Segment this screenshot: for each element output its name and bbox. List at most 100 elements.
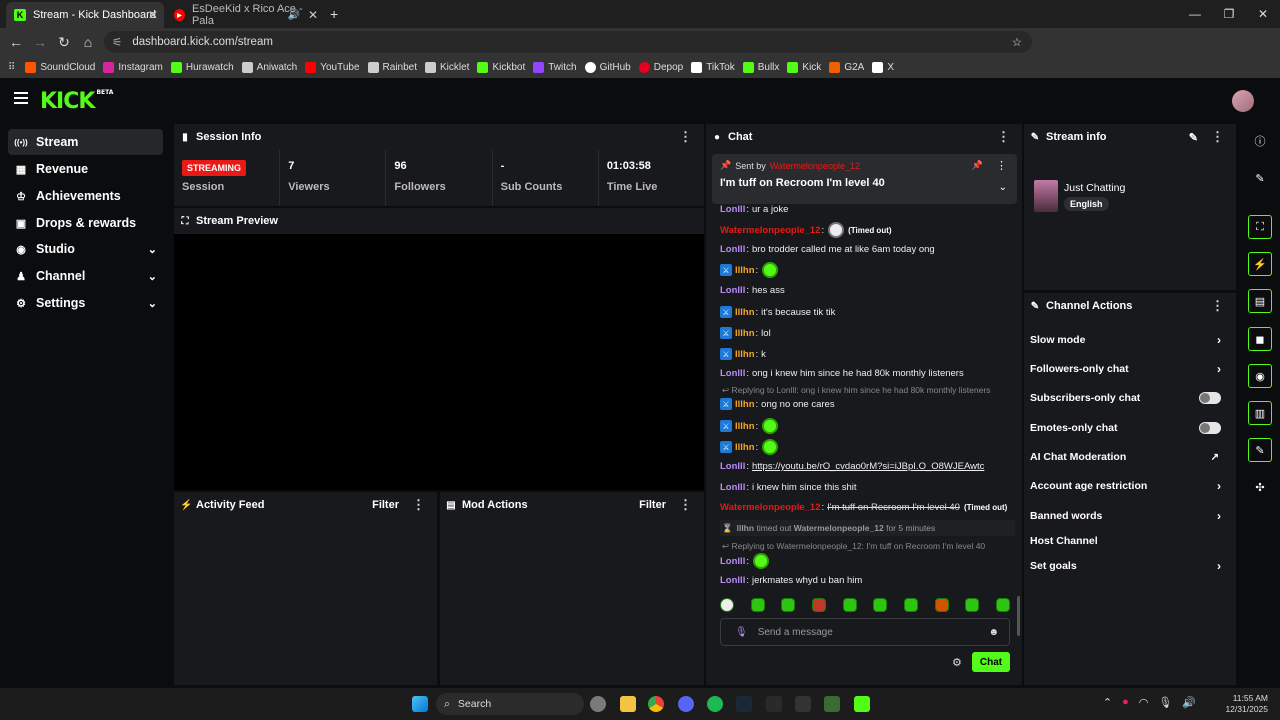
action-banned-words[interactable]: Banned words ›	[1030, 506, 1225, 526]
more-options-icon[interactable]: ⋮	[1211, 129, 1224, 145]
action-slow-mode[interactable]: Slow mode ›	[1030, 330, 1225, 350]
apps-grid-icon[interactable]: ⠿	[8, 62, 15, 73]
bookmark-aniwatch[interactable]: Aniwatch	[241, 61, 297, 73]
pinned-message[interactable]: 📌 Sent by Watermelonpeople_12 I'm tuff on …	[712, 154, 1017, 204]
maximize-icon[interactable]: ❐	[1212, 0, 1246, 28]
chat-message[interactable]: ⚔ lllhn:	[720, 439, 1015, 455]
emote-icon[interactable]	[934, 598, 949, 612]
new-tab-icon[interactable]: +	[330, 6, 338, 22]
sidebar-item-achievements[interactable]: ♔ Achievements	[8, 183, 163, 209]
action-followers-only[interactable]: Followers-only chat ›	[1030, 359, 1225, 379]
bookmark-github[interactable]: GitHub	[584, 61, 631, 73]
action-host-channel[interactable]: Host Channel	[1030, 531, 1225, 551]
chat-message[interactable]: ⚔ lllhn: k	[720, 348, 1015, 360]
sidebar-item-channel[interactable]: ♟ Channel ⌄	[8, 263, 163, 289]
info-icon[interactable]: ⓘ	[1248, 129, 1272, 153]
close-window-icon[interactable]: ✕	[1246, 0, 1280, 28]
sidebar-item-revenue[interactable]: ▦ Revenue	[8, 156, 163, 182]
chat-message[interactable]: Lonlll:	[720, 553, 1015, 569]
chevron-down-icon[interactable]: ⌄	[999, 182, 1007, 193]
bookmark-rainbet[interactable]: Rainbet	[367, 61, 417, 73]
emote-icon[interactable]	[720, 598, 734, 612]
sidebar-item-settings[interactable]: ⚙ Settings ⌄	[8, 290, 163, 316]
chat-message[interactable]: ⚔ lllhn: ong no one cares	[720, 398, 1015, 410]
bookmark-bullx[interactable]: Bullx	[742, 61, 779, 73]
forward-icon[interactable]: →	[28, 34, 52, 50]
action-subscribers-only[interactable]: Subscribers-only chat	[1030, 388, 1225, 408]
wifi-icon[interactable]: ◠	[1139, 696, 1149, 709]
taskbar-search[interactable]: ⌕ Search	[436, 693, 584, 715]
bolt-icon[interactable]: ⚡	[1248, 252, 1272, 276]
emote-icon[interactable]	[965, 598, 980, 612]
bookmark-star-icon[interactable]: ☆	[1012, 35, 1022, 49]
kick-app-icon[interactable]	[854, 696, 870, 712]
microphone-icon[interactable]: 🎙	[735, 627, 748, 638]
chat-message[interactable]: Lonlll: i knew him since this shit	[720, 482, 1015, 493]
bookmark-kick[interactable]: Kick	[787, 61, 821, 73]
chat-message[interactable]: Lonlll: jerkmates whyd u ban him	[720, 575, 1015, 586]
chat-message[interactable]: ⚔ lllhn: it's because tik tik	[720, 306, 1015, 318]
emote-icon[interactable]	[750, 598, 765, 612]
mod-filter-button[interactable]: Filter	[639, 499, 666, 511]
emote-icon[interactable]	[811, 598, 826, 612]
chat-message[interactable]: Lonlll: hes ass	[720, 285, 1015, 296]
activity-filter-button[interactable]: Filter	[372, 499, 399, 511]
speaker-icon[interactable]: 🔊	[288, 10, 300, 21]
minecraft-icon[interactable]	[824, 696, 840, 712]
chat-settings-icon[interactable]: ⚙	[952, 656, 962, 669]
wrench-icon[interactable]: ✎	[1248, 438, 1272, 462]
file-explorer-icon[interactable]	[620, 696, 636, 712]
more-options-icon[interactable]: ⋮	[997, 129, 1010, 145]
toggle-switch[interactable]	[1199, 392, 1221, 404]
emoji-picker-icon[interactable]: ☻	[988, 627, 999, 638]
close-tab-icon[interactable]: ✕	[148, 8, 158, 22]
action-set-goals[interactable]: Set goals ›	[1030, 556, 1225, 576]
chat-link[interactable]: https://youtu.be/rO_cvdao0rM?si=iJBpI.O_…	[752, 461, 984, 472]
bookmark-twitch[interactable]: Twitch	[533, 61, 577, 73]
more-options-icon[interactable]: ⋮	[996, 159, 1007, 172]
volume-icon[interactable]: 🔊	[1182, 696, 1196, 709]
tab-youtube-video[interactable]: ▶ EsDeeKid x Rico Ace - Pala 🔊 ✕	[166, 2, 324, 28]
chat-message[interactable]: ⚔ lllhn: lol	[720, 327, 1015, 339]
sidebar-item-studio[interactable]: ◉ Studio ⌄	[8, 236, 163, 262]
category-name[interactable]: Just Chatting	[1064, 182, 1125, 194]
unpin-icon[interactable]: 📌	[972, 160, 983, 171]
pencil-icon[interactable]: ✎	[1248, 166, 1272, 190]
minimize-icon[interactable]: —	[1178, 0, 1212, 28]
emote-icon[interactable]	[995, 598, 1010, 612]
action-emotes-only[interactable]: Emotes-only chat	[1030, 418, 1225, 438]
chat-message[interactable]: Watermelonpeople_12: I'm tuff on Recroom…	[720, 502, 1015, 513]
emote-icon[interactable]	[781, 598, 796, 612]
pinned-username[interactable]: Watermelonpeople_12	[770, 161, 860, 171]
layout-icon[interactable]: ▥	[1248, 401, 1272, 425]
stream-preview-video[interactable]	[174, 234, 704, 490]
more-options-icon[interactable]: ⋮	[679, 497, 692, 513]
more-options-icon[interactable]: ⋮	[1211, 298, 1224, 314]
chat-message[interactable]: ⚔ lllhn:	[720, 262, 1015, 278]
chat-message[interactable]: Lonlll: ong i knew him since he had 80k …	[720, 368, 1015, 379]
action-account-age[interactable]: Account age restriction ›	[1030, 476, 1225, 496]
chat-scrollbar[interactable]	[1017, 596, 1020, 636]
discord-icon[interactable]	[678, 696, 694, 712]
taskbar-clock[interactable]: 11:55 AM 12/31/2025	[1225, 693, 1268, 715]
sidebar-item-stream[interactable]: ((•)) Stream	[8, 129, 163, 155]
chat-icon[interactable]: ◼	[1248, 327, 1272, 351]
epic-games-icon[interactable]	[766, 696, 782, 712]
chat-message[interactable]: Lonlll: ur a joke	[720, 204, 1015, 215]
emote-icon[interactable]	[842, 598, 857, 612]
emote-icon[interactable]	[903, 598, 918, 612]
chat-message[interactable]: ⚔ lllhn:	[720, 418, 1015, 434]
bookmark-soundcloud[interactable]: SoundCloud	[25, 61, 95, 73]
chat-message[interactable]: Watermelonpeople_12: (Timed out)	[720, 222, 1015, 238]
close-tab-icon[interactable]: ✕	[308, 8, 318, 22]
frame-icon[interactable]: ⛶	[1248, 215, 1272, 239]
bookmark-x[interactable]: X	[872, 61, 894, 73]
bookmark-depop[interactable]: Depop	[638, 61, 683, 73]
bookmark-kicklet[interactable]: Kicklet	[425, 61, 469, 73]
tab-kick-dashboard[interactable]: K Stream - Kick Dashboard ✕	[6, 2, 164, 28]
chat-input[interactable]: 🎙 Send a message ☻	[720, 618, 1010, 646]
site-info-icon[interactable]: ⚟	[112, 35, 122, 49]
more-options-icon[interactable]: ⋮	[412, 497, 425, 513]
reload-icon[interactable]: ↻	[52, 34, 76, 51]
back-icon[interactable]: ←	[4, 34, 28, 50]
